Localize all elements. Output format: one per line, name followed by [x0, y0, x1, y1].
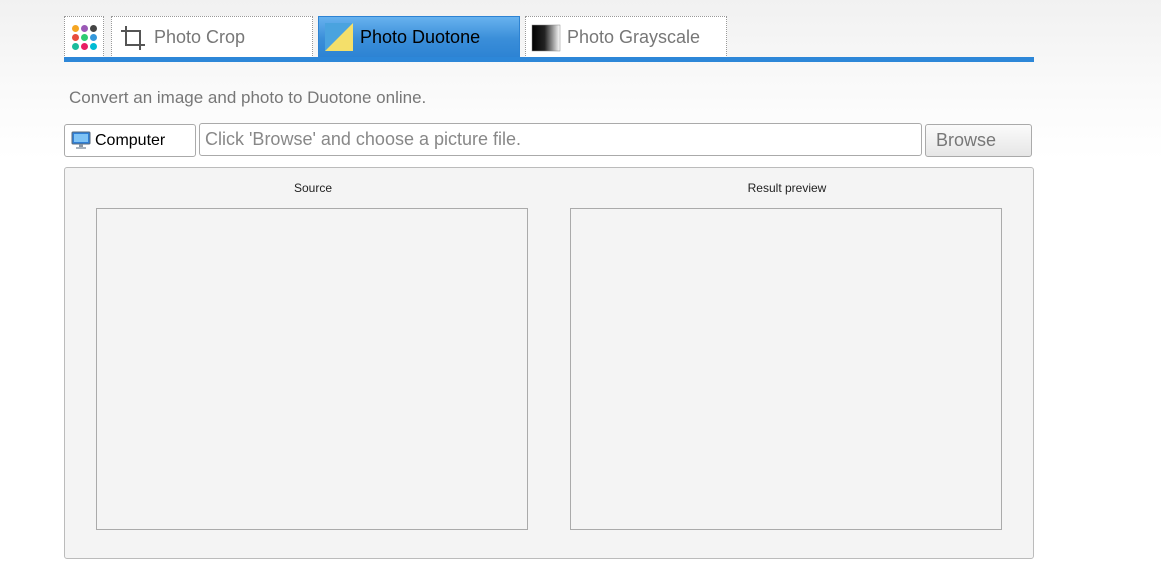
tab-label: Photo Crop: [154, 27, 246, 47]
crop-icon: [121, 25, 145, 50]
apps-grid-dot: [80, 34, 88, 41]
file-path-input[interactable]: [199, 123, 922, 156]
result-preview-area: [570, 208, 1002, 530]
tab-label: Photo Grayscale: [567, 27, 701, 47]
apps-grid-dot: [80, 43, 88, 50]
apps-grid-dot: [89, 43, 97, 50]
computer-monitor-icon: [71, 131, 91, 149]
tool-tabbar: Photo Crop Photo Duotone Photo Grayscale: [64, 16, 1034, 58]
apps-grid-dot: [71, 25, 79, 32]
source-select[interactable]: Computer: [64, 124, 196, 157]
tab-label: Photo Duotone: [360, 26, 481, 47]
tab-photo-crop[interactable]: Photo Crop: [111, 16, 313, 58]
tab-photo-duotone[interactable]: Photo Duotone: [318, 16, 520, 58]
duotone-icon: [325, 23, 353, 51]
apps-grid-dot: [71, 34, 79, 41]
result-pane-title: Result preview: [747, 181, 827, 195]
tabbar-underline: [64, 57, 1034, 62]
apps-grid-dot: [89, 34, 97, 41]
apps-grid-icon: [71, 25, 97, 50]
tab-all-apps[interactable]: [64, 16, 104, 58]
page-description: Convert an image and photo to Duotone on…: [69, 88, 427, 107]
source-image-area[interactable]: [96, 208, 528, 530]
source-pane-title: Source: [293, 181, 333, 195]
tab-photo-grayscale[interactable]: Photo Grayscale: [525, 16, 727, 58]
work-panel: Source Result preview: [64, 167, 1034, 559]
apps-grid-dot: [71, 43, 79, 50]
grayscale-gradient-icon: [531, 24, 561, 51]
apps-grid-dot: [89, 25, 97, 32]
apps-grid-dot: [80, 25, 88, 32]
browse-button[interactable]: Browse: [925, 124, 1032, 157]
source-select-label: Computer: [95, 131, 166, 149]
